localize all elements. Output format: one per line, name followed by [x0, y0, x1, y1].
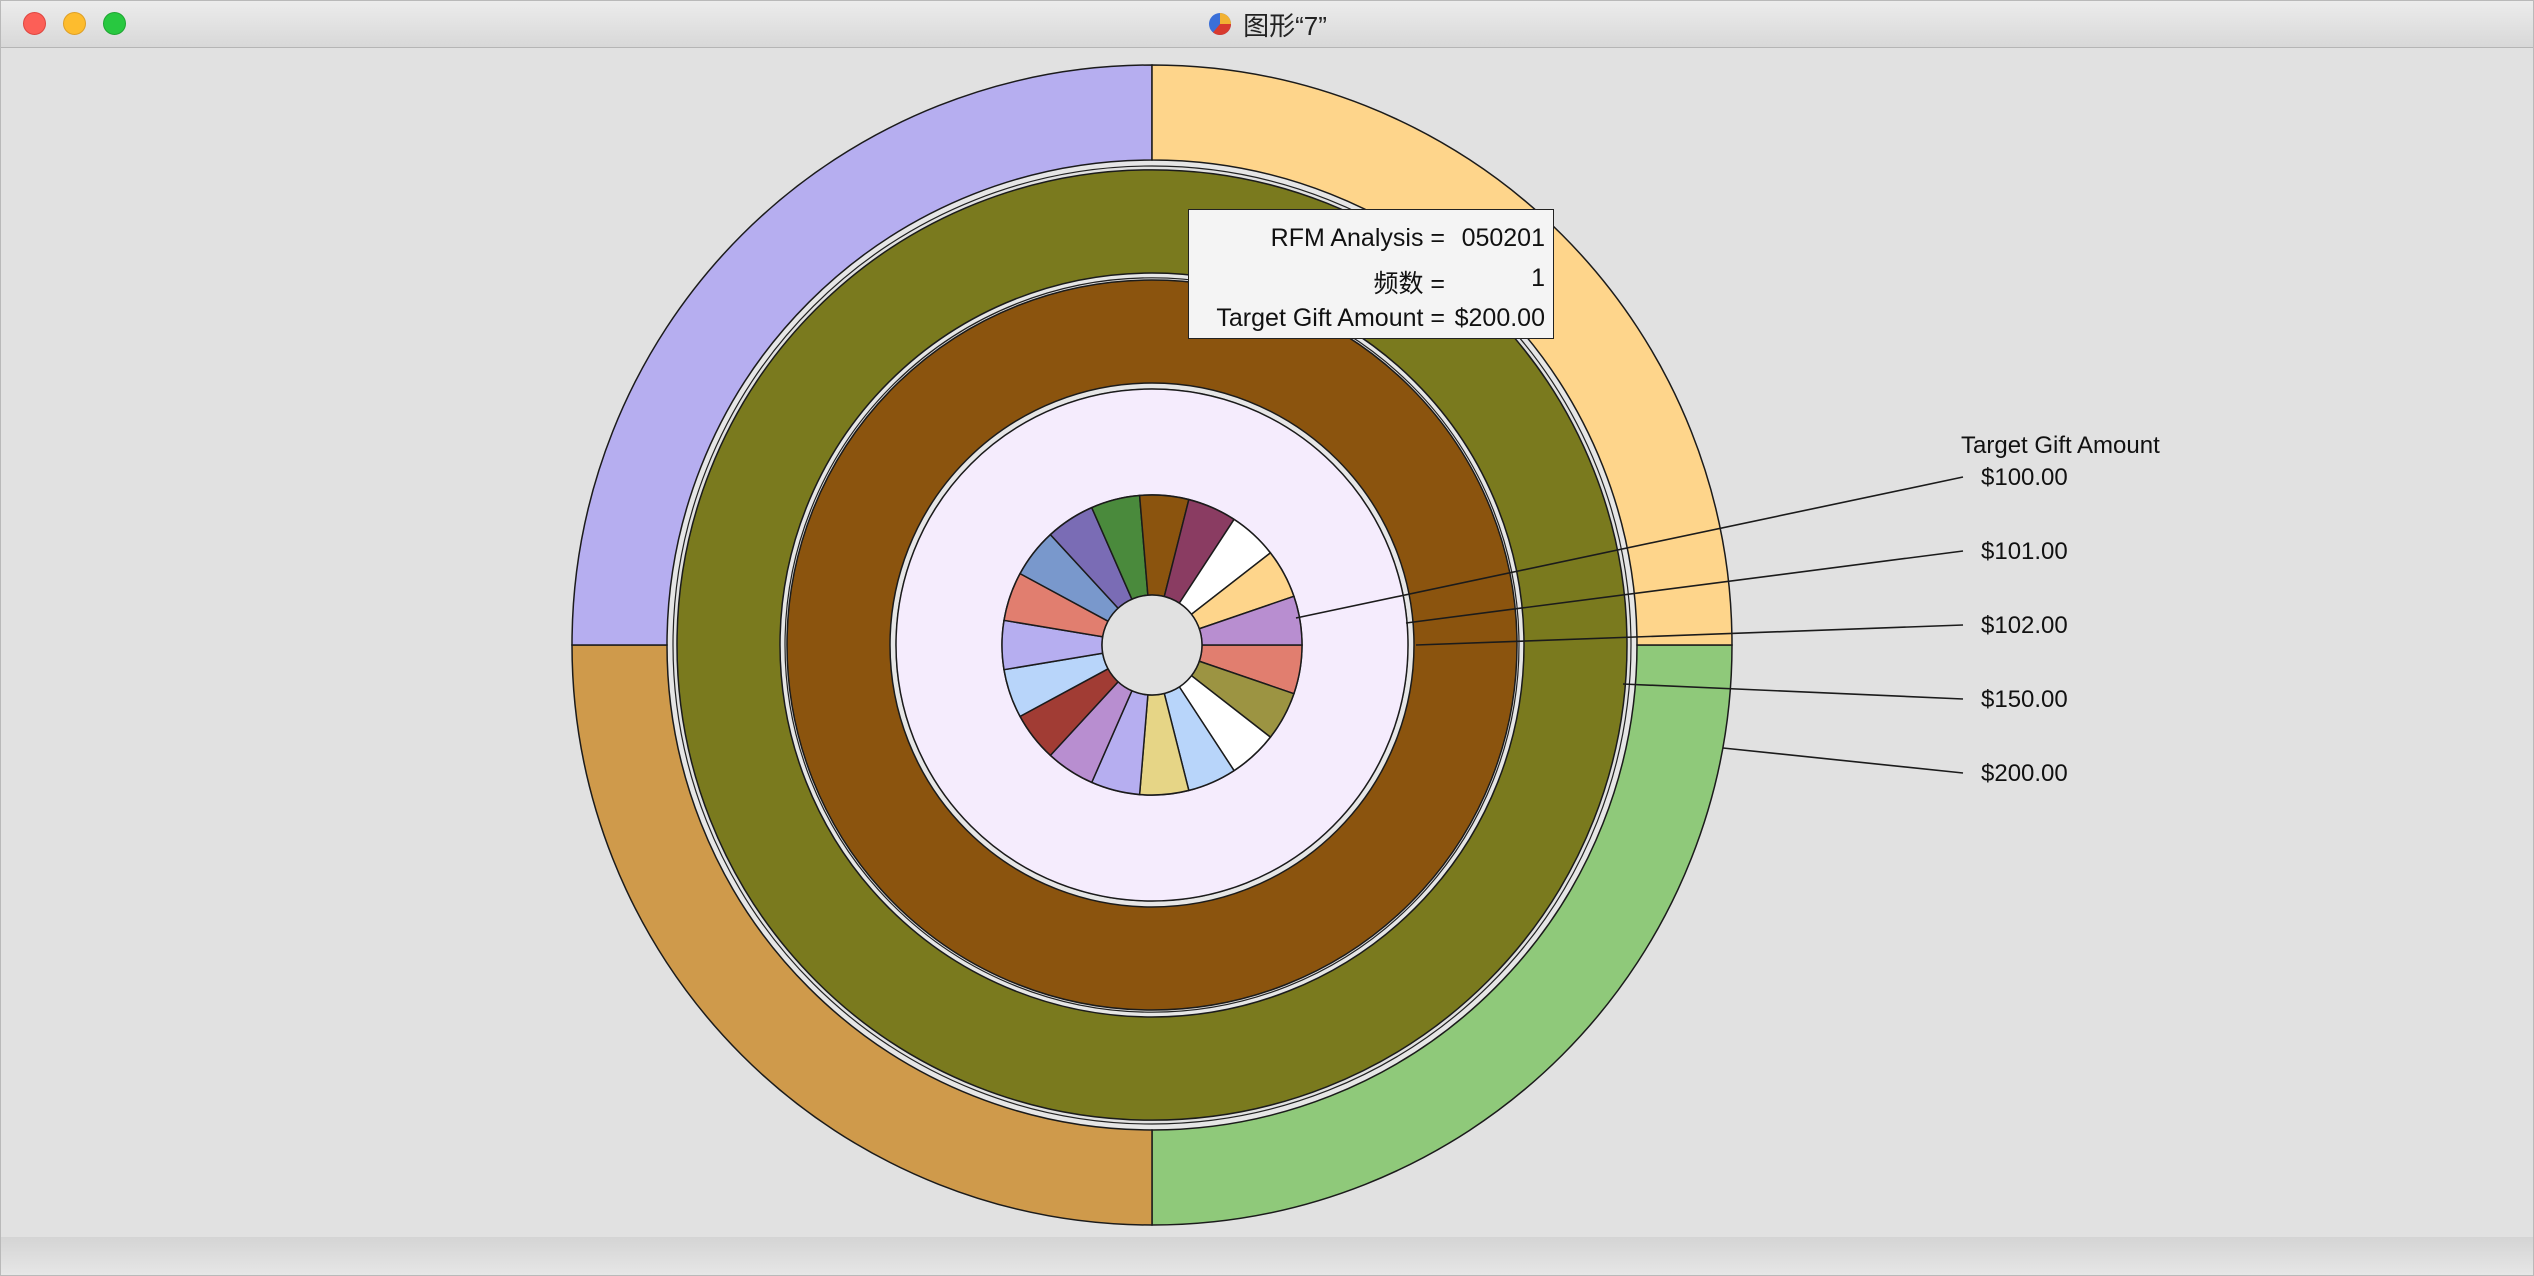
chart-area: Target Gift Amount $100.00 $101.00 $102.00 $… — [1, 48, 2534, 1238]
tooltip-value: 050201 — [1461, 224, 1545, 252]
tooltip-label: Target Gift Amount = — [1216, 304, 1445, 332]
legend-label: $100.00 — [1981, 464, 2068, 491]
legend-label: $102.00 — [1981, 612, 2068, 639]
tooltip-label: RFM Analysis = — [1270, 224, 1445, 252]
tooltip-row: 频数 = 1 — [1189, 264, 1553, 304]
tooltip-label: 频数 = — [1373, 270, 1445, 298]
pie-center-hole — [1101, 594, 1203, 696]
tooltip-value: 1 — [1531, 264, 1545, 292]
legend-title: Target Gift Amount — [1961, 432, 2160, 459]
title-bar[interactable]: 图形“7” — [1, 1, 2533, 48]
legend-leader-line — [1722, 747, 1964, 774]
tooltip-row: Target Gift Amount = $200.00 — [1189, 304, 1553, 344]
tooltip-value: $200.00 — [1454, 304, 1545, 332]
legend-label: $200.00 — [1981, 760, 2068, 787]
legend-label: $101.00 — [1981, 538, 2068, 565]
tooltip-row: RFM Analysis = 050201 — [1189, 224, 1553, 264]
legend-label: $150.00 — [1981, 686, 2068, 713]
window-title: 图形“7” — [1243, 10, 1327, 41]
chart-window: 图形“7” Target Gift Amount $100.00 $101.00 $1… — [0, 0, 2534, 1276]
data-tooltip: RFM Analysis = 050201 频数 = 1 Target Gift… — [1188, 209, 1554, 339]
pie-chart-icon — [1209, 13, 1232, 36]
status-bar — [1, 1237, 2533, 1275]
